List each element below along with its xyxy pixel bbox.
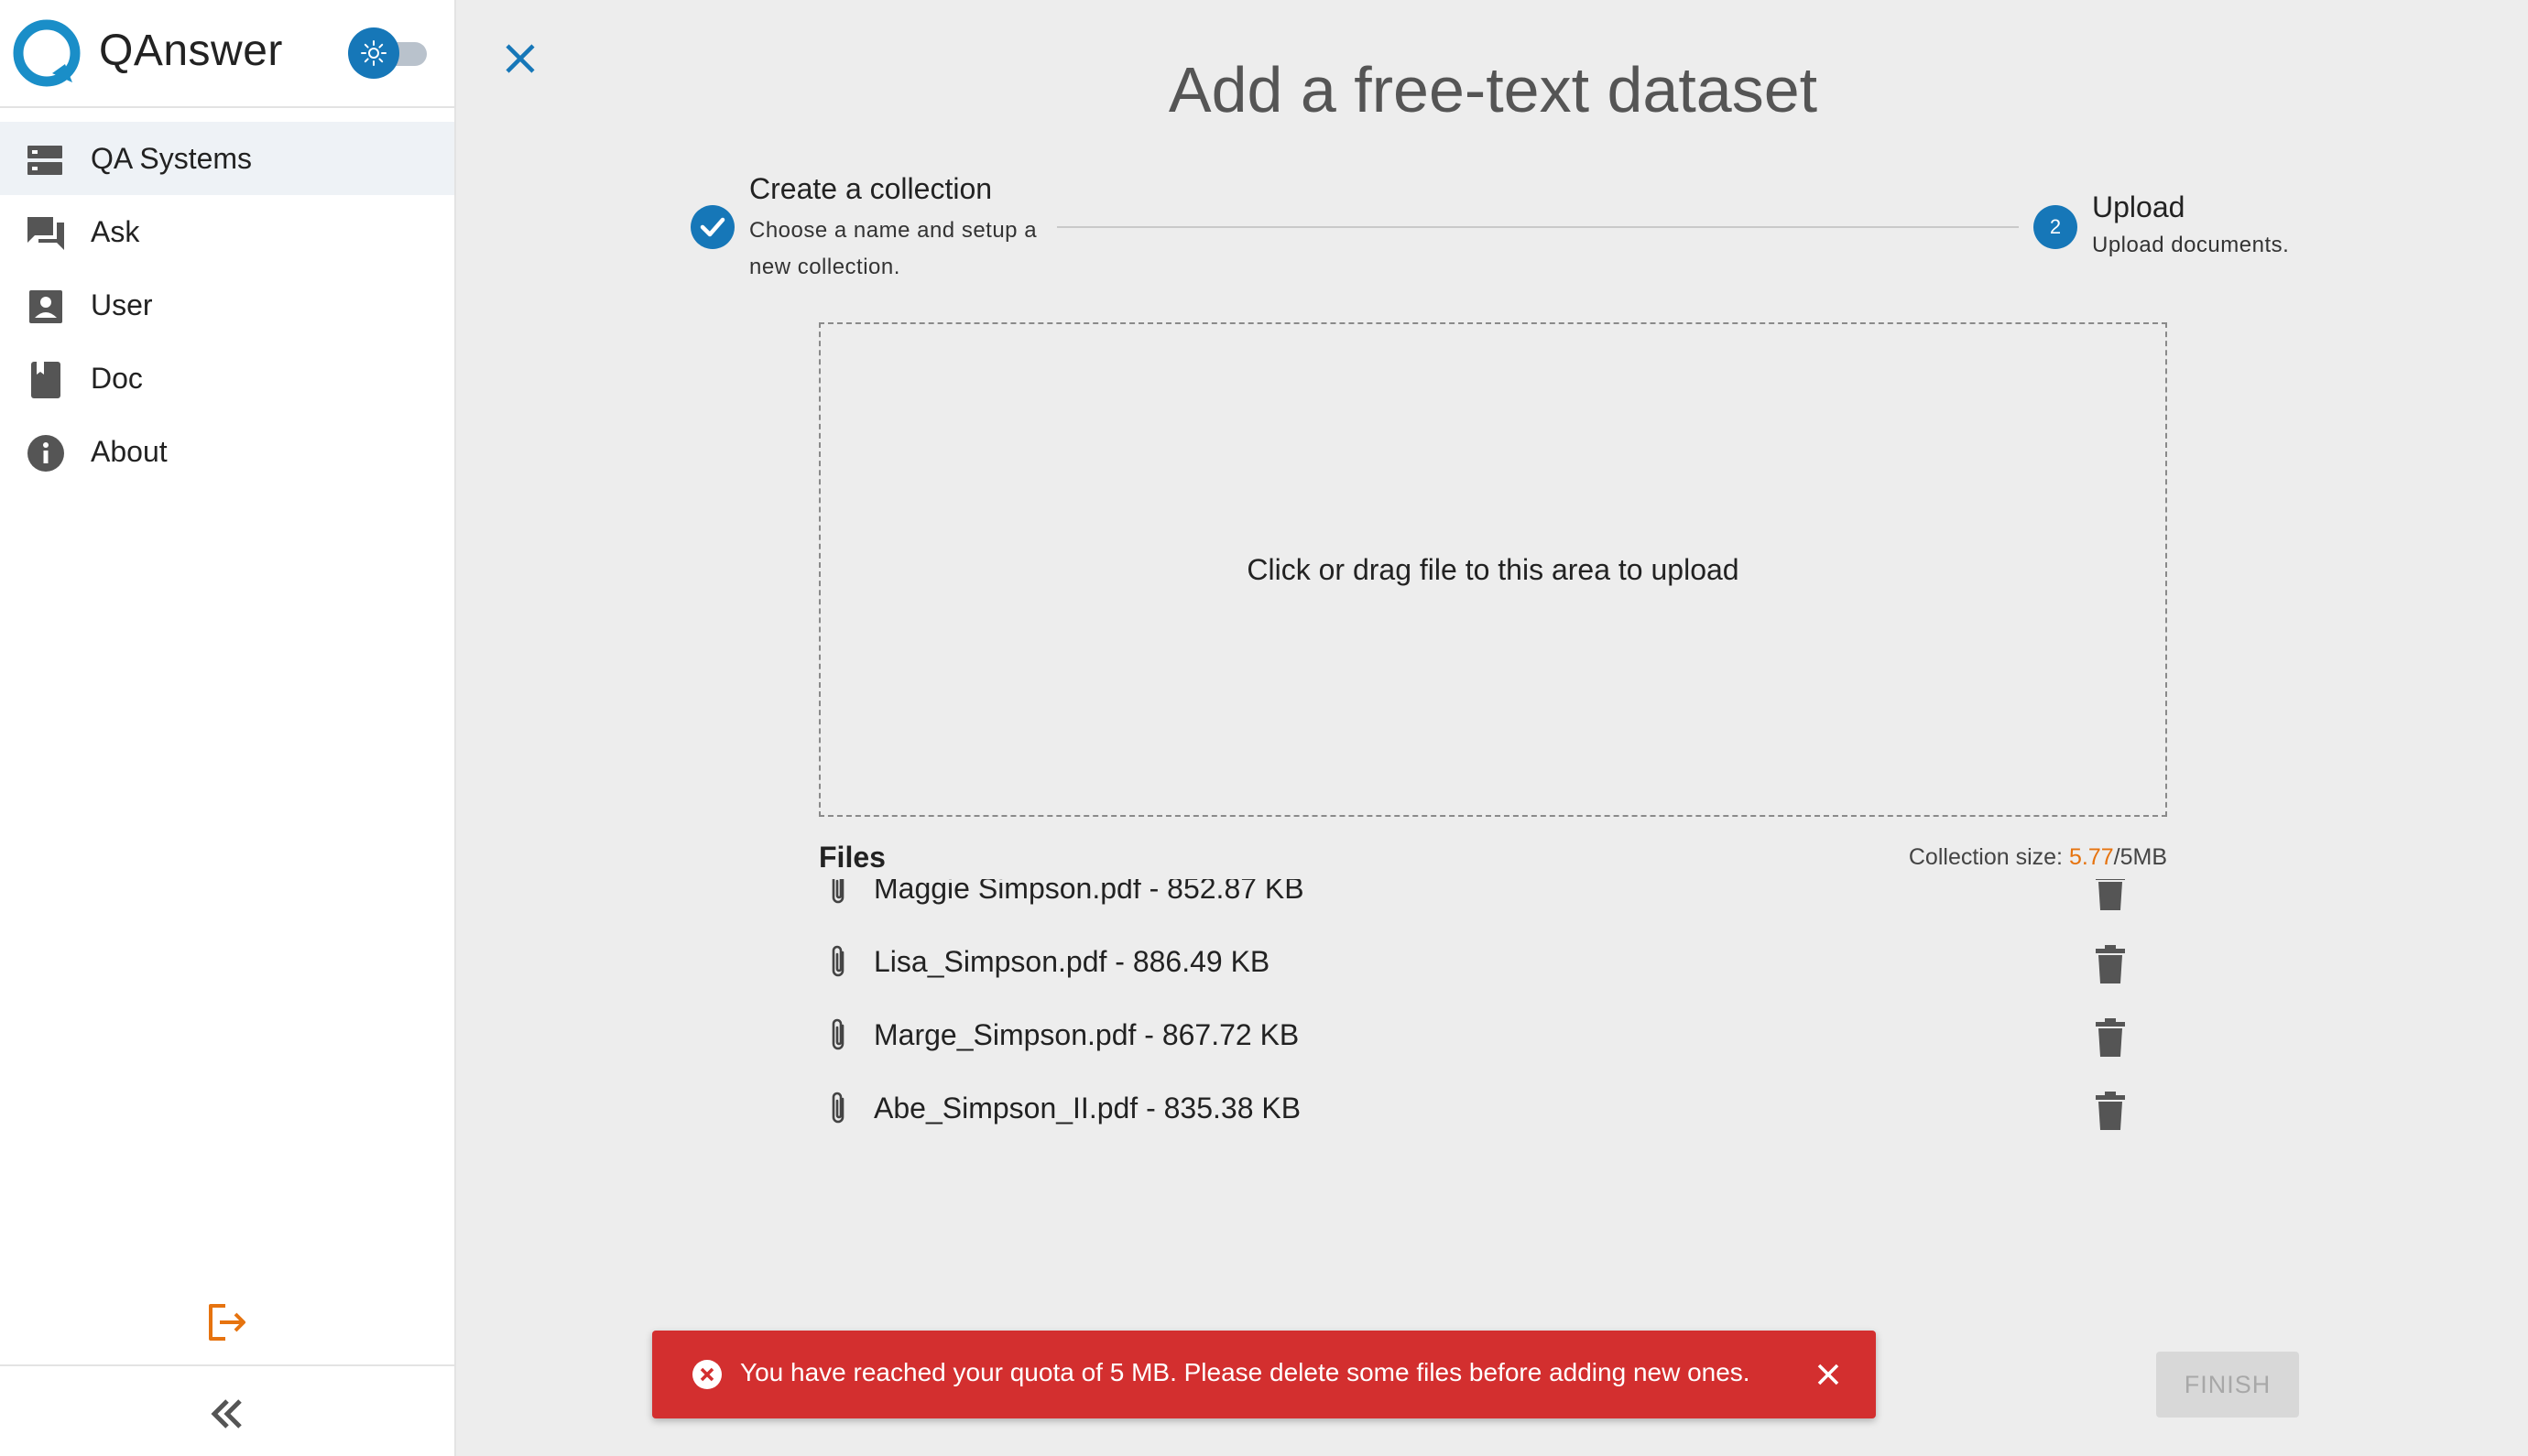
paperclip-icon — [832, 945, 844, 977]
brand-header: QAnswer — [0, 0, 454, 108]
sidebar-footer — [0, 1364, 454, 1456]
sidebar-item-ask[interactable]: Ask — [0, 195, 454, 268]
dropzone-text: Click or drag file to this area to uploa… — [1247, 552, 1739, 586]
sidebar-nav: QA Systems Ask User Doc About — [0, 122, 454, 488]
file-name: Marge_Simpson.pdf - 867.72 KB — [874, 1018, 1300, 1051]
file-row: Lisa_Simpson.pdf - 886.49 KB — [819, 923, 2167, 996]
qanswer-logo — [13, 19, 81, 87]
paperclip-icon — [832, 879, 844, 904]
theme-toggle[interactable] — [348, 27, 427, 79]
page-title: Add a free-text dataset — [1168, 54, 1818, 125]
step-1-description: Choose a name and setup a new collection… — [749, 218, 1038, 279]
double-chevron-left-icon[interactable] — [207, 1394, 247, 1434]
file-list[interactable]: Maggie Simpson.pdf - 852.87 KB Lisa_Simp… — [819, 879, 2167, 1154]
paperclip-icon — [832, 1092, 844, 1124]
user-icon — [29, 290, 62, 323]
paperclip-icon — [832, 1018, 844, 1050]
sidebar-item-label: About — [91, 434, 168, 468]
close-icon[interactable] — [502, 40, 539, 77]
server-icon — [27, 146, 62, 175]
collection-size-limit: /5MB — [2113, 844, 2167, 870]
file-row: Abe_Simpson_II.pdf - 835.38 KB — [819, 1070, 2167, 1143]
collection-size-used: 5.77 — [2068, 844, 2114, 870]
sidebar-item-label: QA Systems — [91, 141, 253, 175]
toast-message: You have reached your quota of 5 MB. Ple… — [740, 1358, 1750, 1386]
step-2-title: Upload — [2092, 190, 2185, 223]
file-name: Lisa_Simpson.pdf - 886.49 KB — [874, 945, 1270, 978]
step-connector — [1057, 226, 2019, 228]
sidebar-item-label: Ask — [91, 214, 140, 248]
collection-size: Collection size: 5.77/5MB — [1909, 844, 2167, 871]
sidebar-item-doc[interactable]: Doc — [0, 342, 454, 415]
upload-dropzone[interactable]: Click or drag file to this area to uploa… — [819, 322, 2167, 817]
info-icon — [27, 435, 64, 472]
sidebar-item-qa-systems[interactable]: QA Systems — [0, 122, 454, 195]
step-2-description: Upload documents. — [2092, 233, 2290, 257]
sidebar-item-about[interactable]: About — [0, 415, 454, 488]
close-icon[interactable] — [1812, 1358, 1845, 1391]
files-title: Files — [819, 841, 886, 874]
files-header: Files Collection size: 5.77/5MB — [819, 839, 2167, 875]
file-name: Abe_Simpson_II.pdf - 835.38 KB — [874, 1092, 1302, 1125]
file-name: Maggie Simpson.pdf - 852.87 KB — [874, 879, 1304, 905]
file-row: Maggie Simpson.pdf - 852.87 KB — [819, 879, 2167, 923]
sidebar-item-label: User — [91, 288, 153, 321]
error-toast: You have reached your quota of 5 MB. Ple… — [652, 1331, 1876, 1418]
trash-icon[interactable] — [2092, 943, 2129, 985]
trash-icon[interactable] — [2092, 1016, 2129, 1059]
stepper: Create a collection Choose a name and se… — [691, 165, 2321, 293]
collection-size-label: Collection size: — [1908, 844, 2064, 870]
step-1-title: Create a collection — [749, 172, 993, 205]
error-icon — [692, 1360, 722, 1389]
finish-button[interactable]: FINISH — [2156, 1352, 2299, 1418]
sidebar: QAnswer QA Systems Ask User Doc About — [0, 0, 456, 1456]
chat-icon — [27, 217, 64, 250]
step-2-number: 2 — [2033, 205, 2077, 249]
sun-icon — [348, 27, 399, 79]
book-icon — [31, 362, 60, 398]
trash-icon[interactable] — [2092, 879, 2129, 912]
sidebar-item-label: Doc — [91, 361, 143, 395]
sidebar-item-user[interactable]: User — [0, 268, 454, 342]
logout-icon[interactable] — [205, 1300, 249, 1344]
app-title: QAnswer — [99, 27, 283, 75]
file-row: Marge_Simpson.pdf - 867.72 KB — [819, 996, 2167, 1070]
step-done-icon — [691, 205, 735, 249]
trash-icon[interactable] — [2092, 1090, 2129, 1132]
